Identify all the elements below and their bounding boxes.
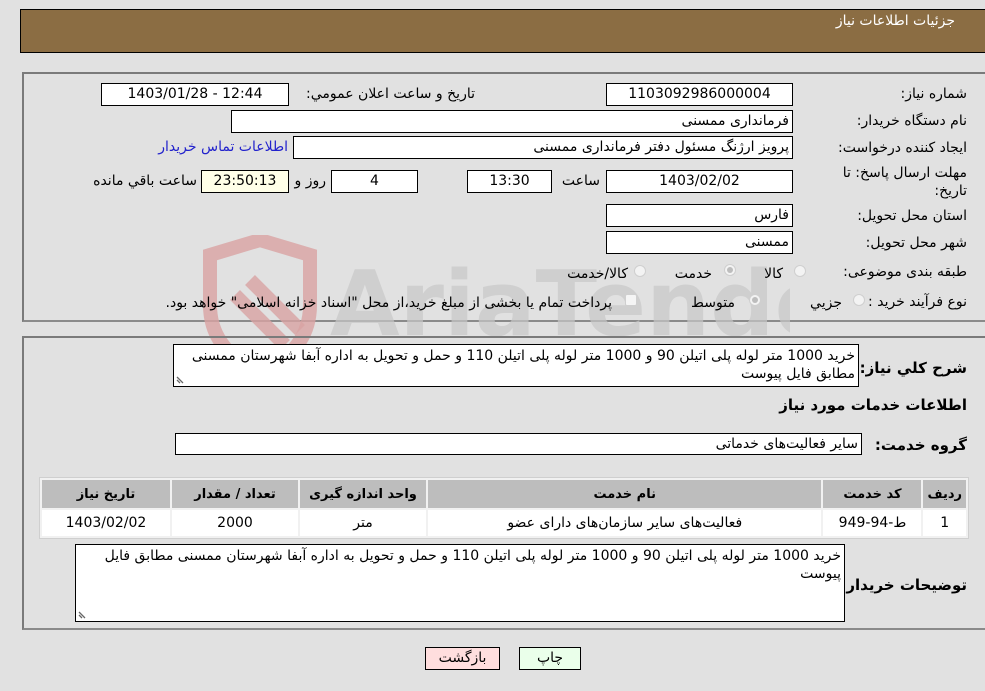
services-table: رديف کد خدمت نام خدمت واحد اندازه گيری ت… [39,477,969,539]
process-radio-minor[interactable] [853,294,865,306]
buyer-contact-link[interactable]: اطلاعات تماس خريدار [158,139,288,155]
category-label: طبقه بندی موضوعی: [843,264,967,280]
deadline-label-line1: مهلت ارسال پاسخ: تا [842,165,967,181]
purchase-process-label: نوع فرآيند خريد : [868,294,967,310]
requester-label: ايجاد کننده درخواست: [838,140,967,156]
city-field[interactable]: ممسنی [606,231,793,254]
process-option-medium: متوسط [691,295,735,311]
treasury-checkbox-label: پرداخت تمام يا بخشی از مبلغ خريد،از محل … [165,295,612,311]
remaining-time-label: ساعت باقي مانده [93,173,197,189]
col-header-need-date: تاريخ نياز [42,480,170,508]
general-desc-label: شرح کلي نياز: [859,359,967,377]
category-radio-service[interactable] [724,264,736,276]
print-button[interactable]: چاپ [519,647,581,670]
remaining-days-field[interactable]: 4 [331,170,418,193]
cell-quantity: 2000 [172,510,298,536]
buyer-org-label: نام دستگاه خريدار: [856,113,967,129]
category-option-goods: کالا [764,266,783,282]
need-number-field[interactable]: 1103092986000004 [606,83,793,106]
deadline-label-line2: تاريخ: [934,183,967,199]
treasury-checkbox[interactable] [625,294,637,306]
cell-service-code: ط-94-949 [823,510,922,536]
deadline-time-field[interactable]: 13:30 [467,170,552,193]
category-radio-goods[interactable] [794,265,806,277]
buyer-notes-textarea[interactable]: خرید 1000 متر لوله پلی اتیلن 90 و 1000 م… [75,544,845,622]
col-header-service-name: نام خدمت [428,480,822,508]
remaining-time-field: 23:50:13 [201,170,289,193]
category-radio-goods-service[interactable] [634,265,646,277]
table-header-row: رديف کد خدمت نام خدمت واحد اندازه گيری ت… [42,480,966,508]
city-label: شهر محل تحويل: [865,235,967,251]
services-title: اطلاعات خدمات مورد نياز [779,396,967,414]
announce-datetime-field[interactable]: 1403/01/28 - 12:44 [101,83,289,106]
general-desc-text: خرید 1000 متر لوله پلی اتیلن 90 و 1000 م… [191,348,855,382]
col-header-service-code: کد خدمت [823,480,922,508]
service-group-field[interactable]: سایر فعالیت‌های خدماتی [175,433,862,455]
col-header-row-num: رديف [923,480,966,508]
cell-row-num: 1 [923,510,966,536]
province-field[interactable]: فارس [606,204,793,227]
resize-grip-icon[interactable] [176,374,186,384]
table-row: 1 ط-94-949 فعالیت‌های سایر سازمان‌های دا… [42,510,966,536]
service-group-label: گروه خدمت: [874,436,967,454]
deadline-date-field[interactable]: 1403/02/02 [606,170,793,193]
cell-need-date: 1403/02/02 [42,510,170,536]
buyer-notes-label: توضيحات خريدار: [840,576,967,594]
cell-service-name: فعالیت‌های سایر سازمان‌های دارای عضو [428,510,822,536]
col-header-quantity: تعداد / مقدار [172,480,298,508]
need-number-label: شماره نیاز: [900,86,968,102]
category-option-service: خدمت [674,266,712,282]
category-option-goods-service: کالا/خدمت [567,266,628,282]
services-table-wrap: رديف کد خدمت نام خدمت واحد اندازه گيری ت… [39,477,969,539]
process-radio-medium[interactable] [749,294,761,306]
process-option-minor: جزيي [810,295,842,311]
cell-unit: متر [300,510,426,536]
back-button[interactable]: بازگشت [425,647,500,670]
buyer-org-field[interactable]: فرمانداری ممسنی [231,110,793,133]
buyer-notes-text: خرید 1000 متر لوله پلی اتیلن 90 و 1000 م… [104,548,841,582]
col-header-unit: واحد اندازه گيری [300,480,426,508]
requester-field[interactable]: پرویز ارژنگ مسئول دفتر فرمانداری ممسنی [293,136,793,159]
general-desc-textarea[interactable]: خرید 1000 متر لوله پلی اتیلن 90 و 1000 م… [173,344,859,387]
province-label: استان محل تحويل: [857,208,967,224]
page-title: جزئیات اطلاعات نیاز [835,13,955,29]
days-label: روز و [294,173,327,189]
resize-grip-icon[interactable] [78,609,88,619]
deadline-time-label: ساعت [561,173,600,189]
announce-datetime-label: تاريخ و ساعت اعلان عمومي: [306,86,475,102]
